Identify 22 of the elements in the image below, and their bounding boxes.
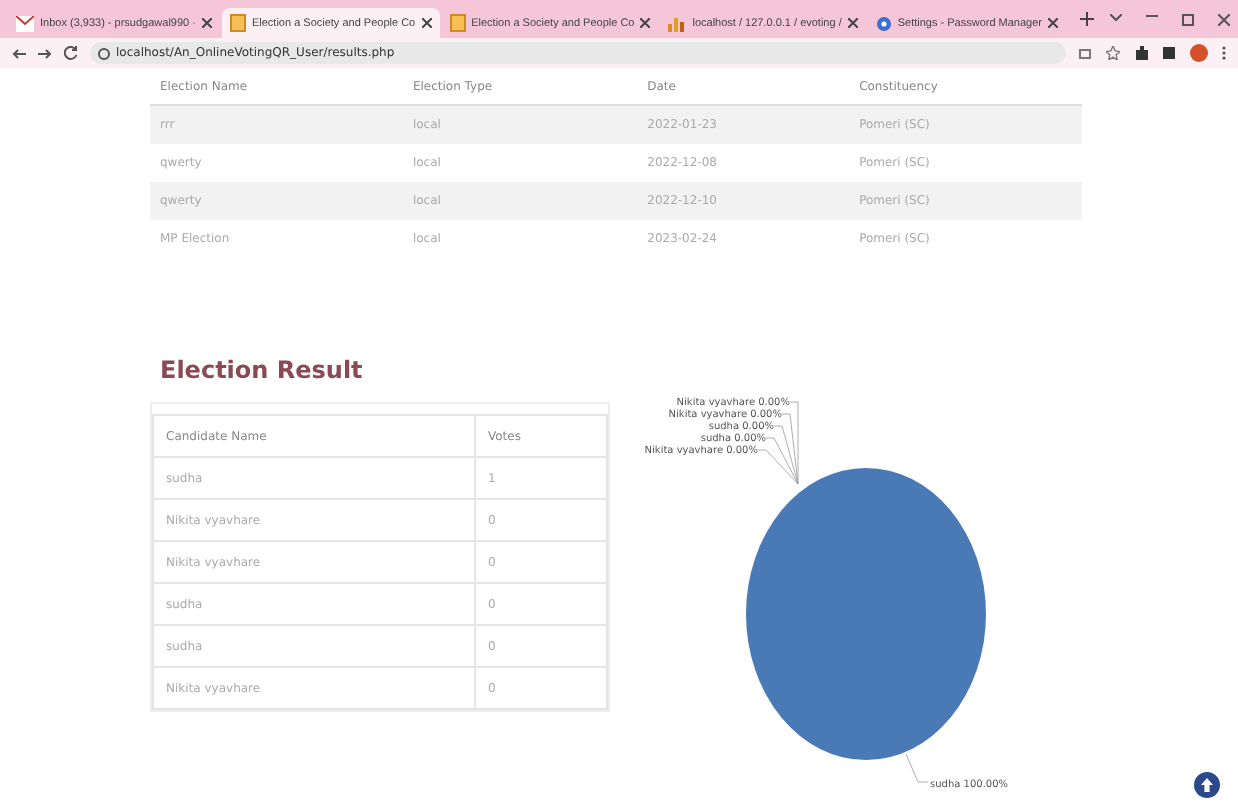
caret-icon[interactable] [1110,13,1122,21]
scroll-top-icon[interactable] [1194,772,1220,798]
page-icon [449,14,466,32]
close-icon[interactable] [201,18,212,28]
back-icon[interactable] [12,47,26,59]
settings-icon [875,15,892,31]
star-icon[interactable] [1106,46,1120,60]
new-tab-icon[interactable] [1080,12,1095,26]
close-icon[interactable] [847,18,858,28]
close-icon[interactable] [421,18,432,28]
minimize-icon[interactable] [1146,13,1158,17]
maximize-icon[interactable] [1182,13,1194,25]
page-icon [229,14,246,32]
close-icon[interactable] [1048,18,1059,28]
chart-icon [668,15,687,31]
avatar-icon[interactable] [1190,44,1208,62]
section-title: Election Result [160,356,365,384]
forward-icon[interactable] [38,47,52,59]
close-icon[interactable] [1218,13,1230,25]
reload-icon[interactable] [64,46,78,60]
mail-icon [16,15,34,31]
close-icon[interactable] [640,18,651,28]
